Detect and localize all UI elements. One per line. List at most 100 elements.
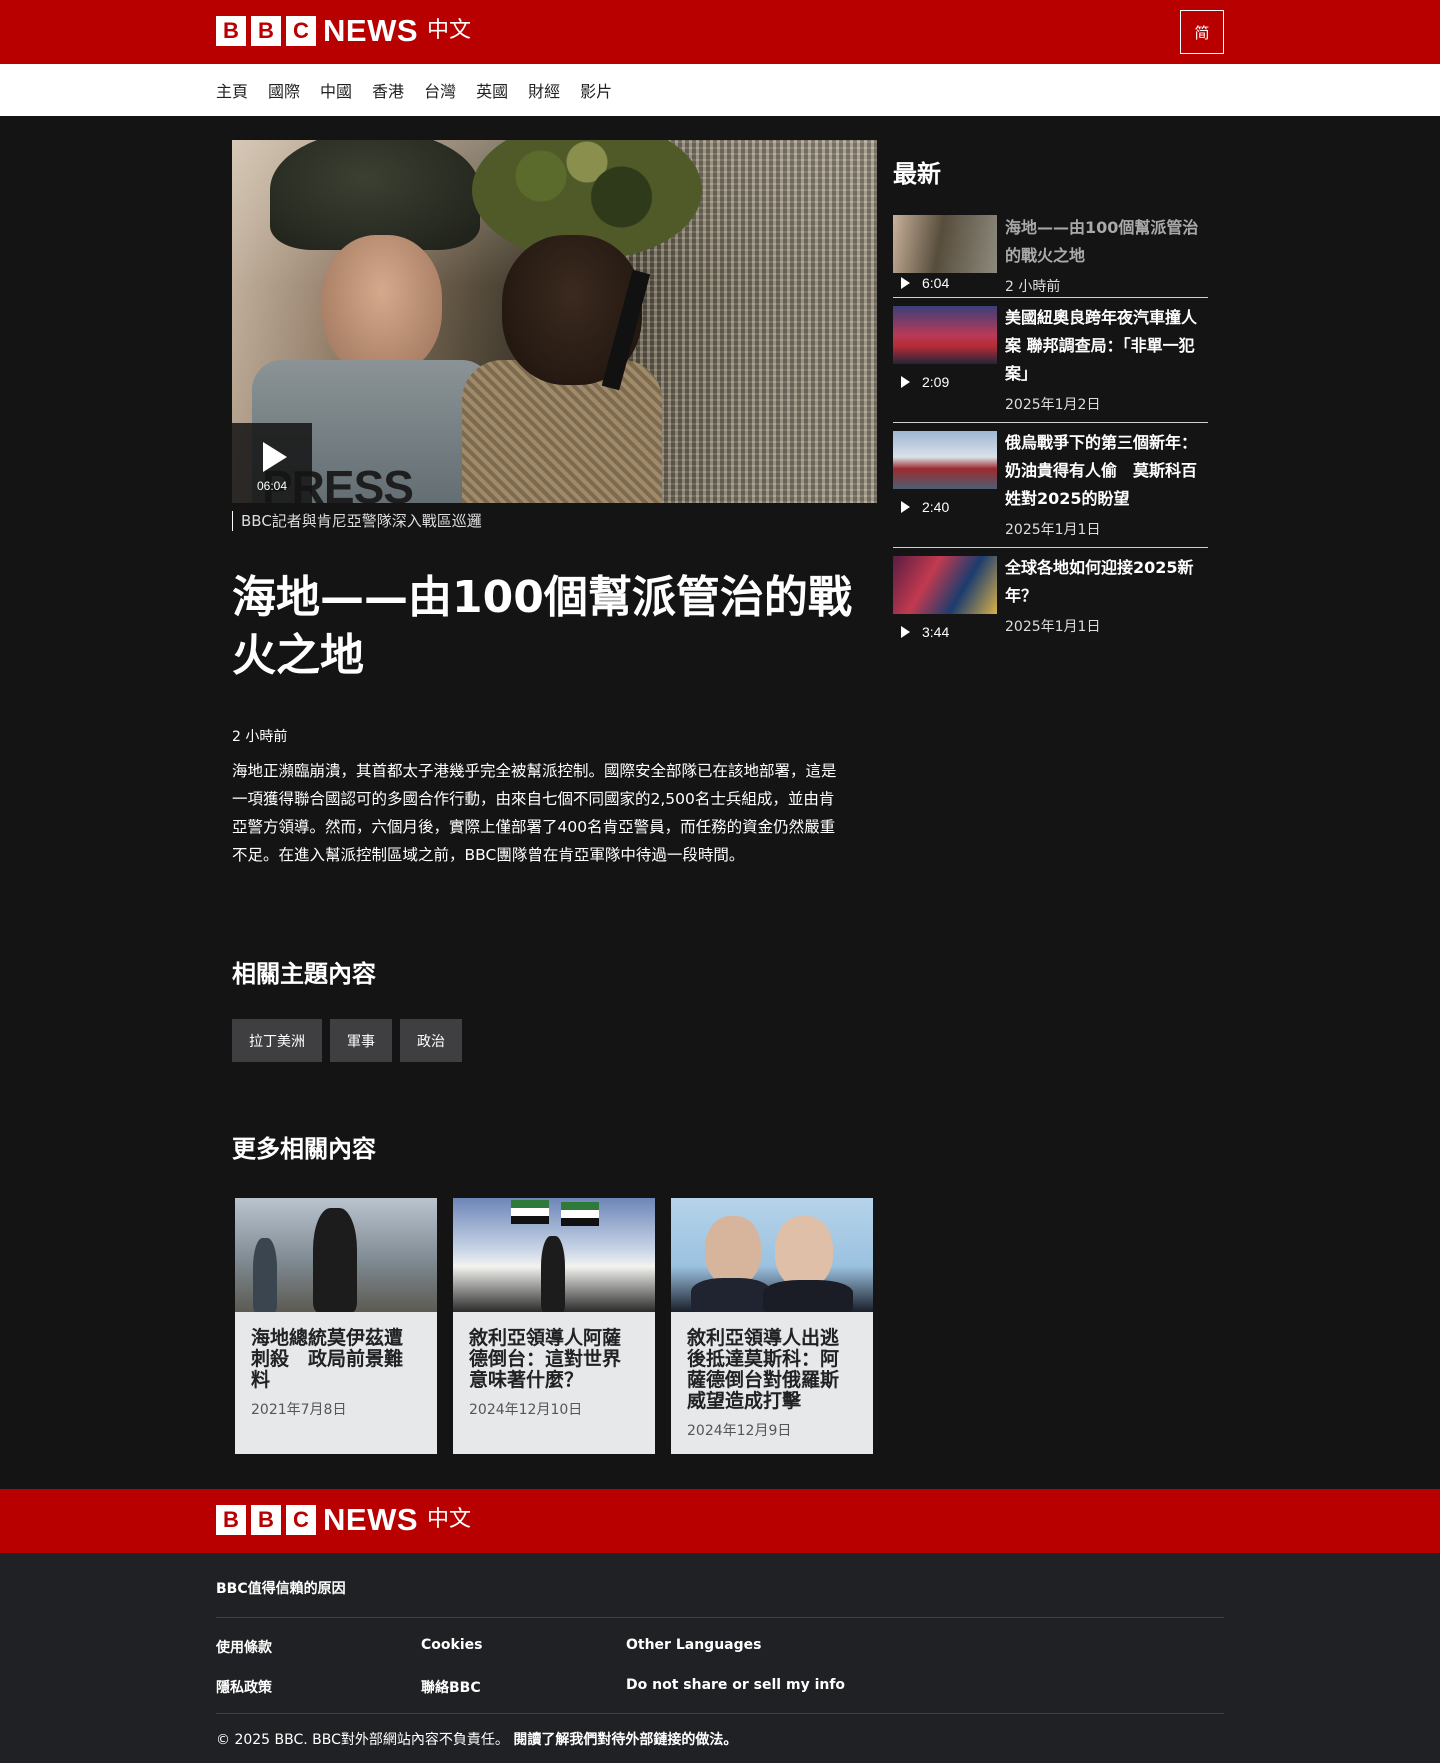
bbc-letter: B [251, 16, 281, 46]
latest-heading: 最新 [893, 160, 941, 188]
primary-navigation: 主頁 國際 中國 香港 台灣 英國 財經 影片 [0, 64, 1440, 116]
related-topics-heading: 相關主題內容 [232, 960, 376, 988]
topic-latin-america[interactable]: 拉丁美洲 [232, 1019, 322, 1062]
copyright-text: © 2025 BBC. BBC對外部網站內容不負責任。 [216, 1732, 509, 1748]
related-cards: 海地總統莫伊茲遭刺殺 政局前景難料 2021年7月8日 敘利亞領導人阿薩德倒台：… [235, 1198, 873, 1454]
video-frame-reporter-helmet [270, 140, 480, 250]
nav-item-hong-kong[interactable]: 香港 [372, 78, 404, 102]
latest-date: 2025年1月1日 [1005, 522, 1101, 538]
latest-play: 2:40 [901, 499, 949, 515]
footer-copyright: © 2025 BBC. BBC對外部網站內容不負責任。 閱讀了解我們對待外部鏈接… [216, 1729, 737, 1749]
latest-date: 2 小時前 [1005, 279, 1061, 295]
play-icon [901, 626, 910, 638]
related-card[interactable]: 海地總統莫伊茲遭刺殺 政局前景難料 2021年7月8日 [235, 1198, 437, 1454]
latest-play: 3:44 [901, 624, 949, 640]
latest-item[interactable]: 6:04 海地——由100個幫派管治的戰火之地 2 小時前 [893, 200, 1208, 298]
masthead: B B C NEWS 中文 简 [0, 0, 1440, 64]
topic-military[interactable]: 軍事 [330, 1019, 392, 1062]
latest-thumbnail [893, 306, 997, 364]
latest-date: 2025年1月1日 [1005, 619, 1101, 635]
latest-thumbnail [893, 431, 997, 489]
latest-duration: 2:40 [922, 499, 950, 515]
footer-link-contact[interactable]: 聯絡BBC [421, 1677, 481, 1697]
latest-title: 全球各地如何迎接2025新年？ [1005, 558, 1194, 605]
latest-thumbnail [893, 556, 997, 614]
latest-duration: 6:04 [922, 275, 950, 291]
footer-divider [216, 1617, 1224, 1618]
hero-play-button[interactable]: 06:04 [232, 423, 312, 503]
hero-video-duration: 06:04 [256, 479, 288, 493]
nav-item-china[interactable]: 中國 [320, 78, 352, 102]
bbc-letter: B [216, 1505, 246, 1535]
nav-item-international[interactable]: 國際 [268, 78, 300, 102]
latest-title: 海地——由100個幫派管治的戰火之地 [1005, 218, 1199, 265]
play-icon [901, 277, 910, 289]
card-date: 2021年7月8日 [251, 1402, 347, 1418]
nav-item-finance[interactable]: 財經 [528, 78, 560, 102]
bbc-news-chinese-logo[interactable]: B B C NEWS 中文 [216, 13, 472, 48]
nav-item-home[interactable]: 主頁 [216, 78, 248, 102]
video-frame-reporter [322, 235, 442, 375]
brand-news-text: NEWS [323, 13, 418, 48]
latest-item[interactable]: 2:09 美國紐奧良跨年夜汽車撞人案 聯邦調查局：「非單一犯案」 2025年1月… [893, 298, 1208, 423]
nav-item-video[interactable]: 影片 [580, 78, 612, 102]
main-content: PRESS 06:04 BBC記者與肯尼亞警隊深入戰區巡邏 海地——由100個幫… [0, 116, 1440, 1489]
latest-thumbnail [893, 215, 997, 273]
brand-language-text: 中文 [427, 18, 472, 43]
play-icon [901, 376, 910, 388]
latest-play: 2:09 [901, 374, 949, 390]
related-card[interactable]: 敘利亞領導人出逃後抵達莫斯科：阿薩德倒台對俄羅斯威望造成打擊 2024年12月9… [671, 1198, 873, 1454]
site-footer: BBC值得信賴的原因 使用條款 Cookies Other Languages … [0, 1553, 1440, 1763]
article-summary: 海地正瀕臨崩潰，其首都太子港幾乎完全被幫派控制。國際安全部隊已在該地部署，這是一… [232, 762, 837, 864]
why-trust-bbc-link[interactable]: BBC值得信賴的原因 [216, 1578, 346, 1598]
card-date: 2024年12月10日 [469, 1402, 583, 1418]
card-image-assad-putin [671, 1198, 873, 1312]
more-related-heading: 更多相關內容 [232, 1135, 376, 1163]
bbc-blocks-logo: B B C [216, 16, 316, 46]
footer-link-privacy[interactable]: 隱私政策 [216, 1677, 272, 1697]
latest-duration: 2:09 [922, 374, 950, 390]
latest-date: 2025年1月2日 [1005, 397, 1101, 413]
bbc-letter: C [286, 16, 316, 46]
hero-video-player[interactable]: PRESS [232, 140, 877, 503]
latest-list: 6:04 海地——由100個幫派管治的戰火之地 2 小時前 2:09 美國紐奧良… [893, 200, 1208, 648]
bbc-letter: B [216, 16, 246, 46]
footer-bbc-news-chinese-logo[interactable]: B B C NEWS 中文 [216, 1502, 472, 1537]
latest-duration: 3:44 [922, 624, 950, 640]
published-timestamp: 2 小時前 [232, 729, 288, 745]
latest-item[interactable]: 2:40 俄烏戰爭下的第三個新年：奶油貴得有人偷 莫斯科百姓對2025的盼望 2… [893, 423, 1208, 548]
card-title: 敘利亞領導人阿薩德倒台：這對世界意味著什麼？ [469, 1327, 622, 1391]
brand-language-text: 中文 [427, 1507, 472, 1532]
nav-item-taiwan[interactable]: 台灣 [424, 78, 456, 102]
footer-link-other-languages[interactable]: Other Languages [626, 1637, 761, 1653]
latest-item[interactable]: 3:44 全球各地如何迎接2025新年？ 2025年1月1日 [893, 548, 1208, 648]
latest-title: 俄烏戰爭下的第三個新年：奶油貴得有人偷 莫斯科百姓對2025的盼望 [1005, 433, 1198, 508]
bbc-letter: C [286, 1505, 316, 1535]
latest-title: 美國紐奧良跨年夜汽車撞人案 聯邦調查局：「非單一犯案」 [1005, 308, 1198, 383]
hero-caption: BBC記者與肯尼亞警隊深入戰區巡邏 [232, 511, 482, 531]
footer-link-do-not-sell[interactable]: Do not share or sell my info [626, 1677, 845, 1693]
nav-list: 主頁 國際 中國 香港 台灣 英國 財經 影片 [216, 64, 632, 116]
play-icon [263, 442, 287, 472]
nav-item-uk[interactable]: 英國 [476, 78, 508, 102]
footer-link-terms[interactable]: 使用條款 [216, 1637, 272, 1657]
card-image-syria-flags [453, 1198, 655, 1312]
footer-brand-bar: B B C NEWS 中文 [0, 1489, 1440, 1553]
card-image-haiti-gunman [235, 1198, 437, 1312]
page-title: 海地——由100個幫派管治的戰火之地 [232, 572, 852, 681]
topic-politics[interactable]: 政治 [400, 1019, 462, 1062]
play-icon [901, 501, 910, 513]
brand-news-text: NEWS [323, 1502, 418, 1537]
latest-play: 6:04 [901, 275, 949, 291]
footer-link-cookies[interactable]: Cookies [421, 1637, 482, 1653]
footer-divider [216, 1713, 1224, 1714]
related-topics-list: 拉丁美洲 軍事 政治 [232, 1019, 462, 1062]
card-title: 敘利亞領導人出逃後抵達莫斯科：阿薩德倒台對俄羅斯威望造成打擊 [687, 1327, 840, 1412]
card-date: 2024年12月9日 [687, 1423, 792, 1439]
card-title: 海地總統莫伊茲遭刺殺 政局前景難料 [251, 1327, 404, 1391]
simplified-script-toggle-button[interactable]: 简 [1180, 10, 1224, 54]
related-card[interactable]: 敘利亞領導人阿薩德倒台：這對世界意味著什麼？ 2024年12月10日 [453, 1198, 655, 1454]
bbc-blocks-logo: B B C [216, 1505, 316, 1535]
bbc-letter: B [251, 1505, 281, 1535]
external-links-policy-link[interactable]: 閱讀了解我們對待外部鏈接的做法。 [513, 1732, 737, 1748]
